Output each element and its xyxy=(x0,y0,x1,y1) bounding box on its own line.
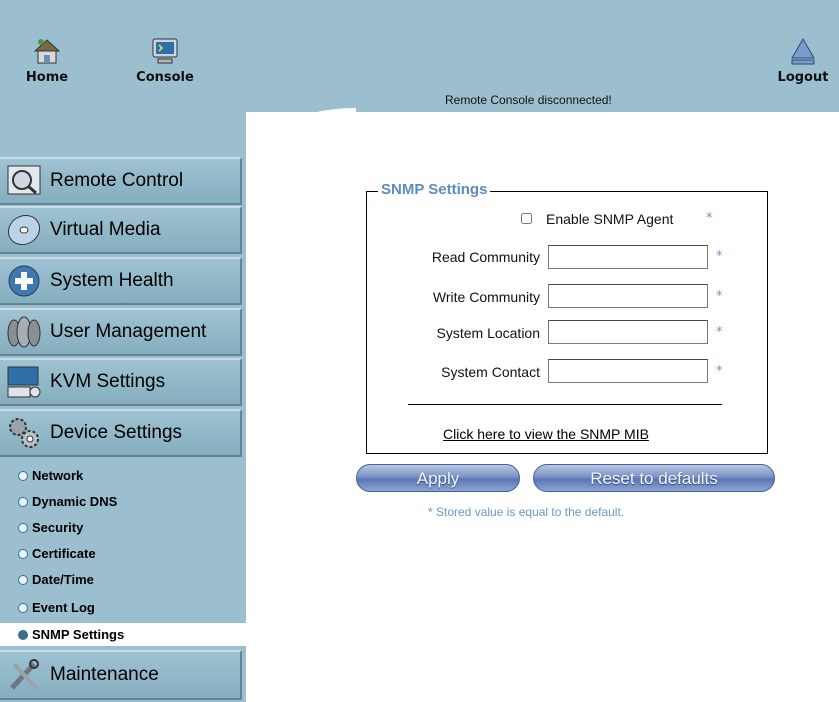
snmp-legend: SNMP Settings xyxy=(378,181,491,198)
read-community-label: Read Community xyxy=(431,249,540,265)
submenu-label: Date/Time xyxy=(32,572,94,587)
menu-label: Maintenance xyxy=(50,664,159,685)
menu-maintenance[interactable]: Maintenance xyxy=(0,650,242,700)
top-bar xyxy=(0,0,839,112)
menu-label: Remote Control xyxy=(50,170,184,191)
bullet-icon xyxy=(18,602,28,613)
eject-icon xyxy=(791,38,815,65)
submenu-snmp-settings[interactable]: SNMP Settings xyxy=(0,623,246,646)
content-corner xyxy=(246,108,356,218)
system-location-label: System Location xyxy=(436,325,541,341)
submenu-security[interactable]: Security xyxy=(0,516,246,539)
write-community-input[interactable] xyxy=(548,284,708,308)
console-button[interactable]: Console xyxy=(130,36,200,85)
console-status: Remote Console disconnected! xyxy=(445,93,612,107)
write-community-label: Write Community xyxy=(432,289,540,305)
submenu-label: Security xyxy=(32,520,84,535)
bullet-icon xyxy=(18,574,28,585)
menu-kvm-settings[interactable]: KVM Settings xyxy=(0,358,242,406)
apply-button[interactable]: Apply xyxy=(356,464,520,492)
submenu-label: Network xyxy=(32,468,84,483)
bullet-icon xyxy=(18,522,28,533)
bullet-icon xyxy=(18,470,28,481)
menu-system-health[interactable]: System Health xyxy=(0,257,242,305)
required-marker: * xyxy=(706,211,713,226)
enable-snmp-label: Enable SNMP Agent xyxy=(546,211,674,227)
divider xyxy=(408,404,722,405)
disc-icon xyxy=(7,214,41,246)
health-icon xyxy=(8,265,40,297)
reset-defaults-button[interactable]: Reset to defaults xyxy=(533,464,775,492)
system-contact-input[interactable] xyxy=(548,359,708,383)
users-icon xyxy=(7,316,41,348)
required-marker: * xyxy=(716,364,723,379)
menu-device-settings[interactable]: Device Settings xyxy=(0,409,242,457)
home-icon xyxy=(33,39,61,64)
bullet-icon xyxy=(18,629,28,640)
console-icon xyxy=(152,38,178,64)
menu-label: User Management xyxy=(50,321,207,342)
bullet-icon xyxy=(18,496,28,507)
menu-remote-control[interactable]: Remote Control xyxy=(0,157,242,205)
required-marker: * xyxy=(716,289,723,304)
submenu-label: SNMP Settings xyxy=(32,627,125,642)
keyboard-icon xyxy=(7,366,41,398)
logout-label: Logout xyxy=(777,70,829,85)
console-label: Console xyxy=(136,70,194,85)
home-label: Home xyxy=(25,70,69,85)
menu-user-management[interactable]: User Management xyxy=(0,308,242,356)
system-contact-label: System Contact xyxy=(441,364,540,380)
submenu-date-time[interactable]: Date/Time xyxy=(0,568,246,591)
menu-label: Virtual Media xyxy=(50,219,161,240)
required-marker: * xyxy=(716,249,723,264)
bullet-icon xyxy=(18,548,28,559)
menu-label: KVM Settings xyxy=(50,371,166,392)
submenu-label: Event Log xyxy=(32,600,95,615)
submenu-event-log[interactable]: Event Log xyxy=(0,596,246,619)
submenu-label: Certificate xyxy=(32,546,96,561)
tools-icon xyxy=(10,659,39,690)
menu-virtual-media[interactable]: Virtual Media xyxy=(0,206,242,254)
logout-button[interactable]: Logout xyxy=(772,36,834,85)
monitor-icon xyxy=(7,165,41,195)
submenu-dynamic-dns[interactable]: Dynamic DNS xyxy=(0,490,246,513)
menu-label: Device Settings xyxy=(50,422,183,443)
enable-snmp-checkbox[interactable] xyxy=(521,213,532,224)
menu-label: System Health xyxy=(50,270,174,291)
gears-icon xyxy=(9,418,39,448)
default-note: * Stored value is equal to the default. xyxy=(428,505,625,519)
submenu-network[interactable]: Network xyxy=(0,464,246,487)
read-community-input[interactable] xyxy=(548,245,708,269)
submenu-certificate[interactable]: Certificate xyxy=(0,542,246,565)
view-snmp-mib-link[interactable]: Click here to view the SNMP MIB xyxy=(443,426,649,442)
submenu-label: Dynamic DNS xyxy=(32,494,118,509)
system-location-input[interactable] xyxy=(548,320,708,344)
required-marker: * xyxy=(716,325,723,340)
home-button[interactable]: Home xyxy=(16,36,78,85)
